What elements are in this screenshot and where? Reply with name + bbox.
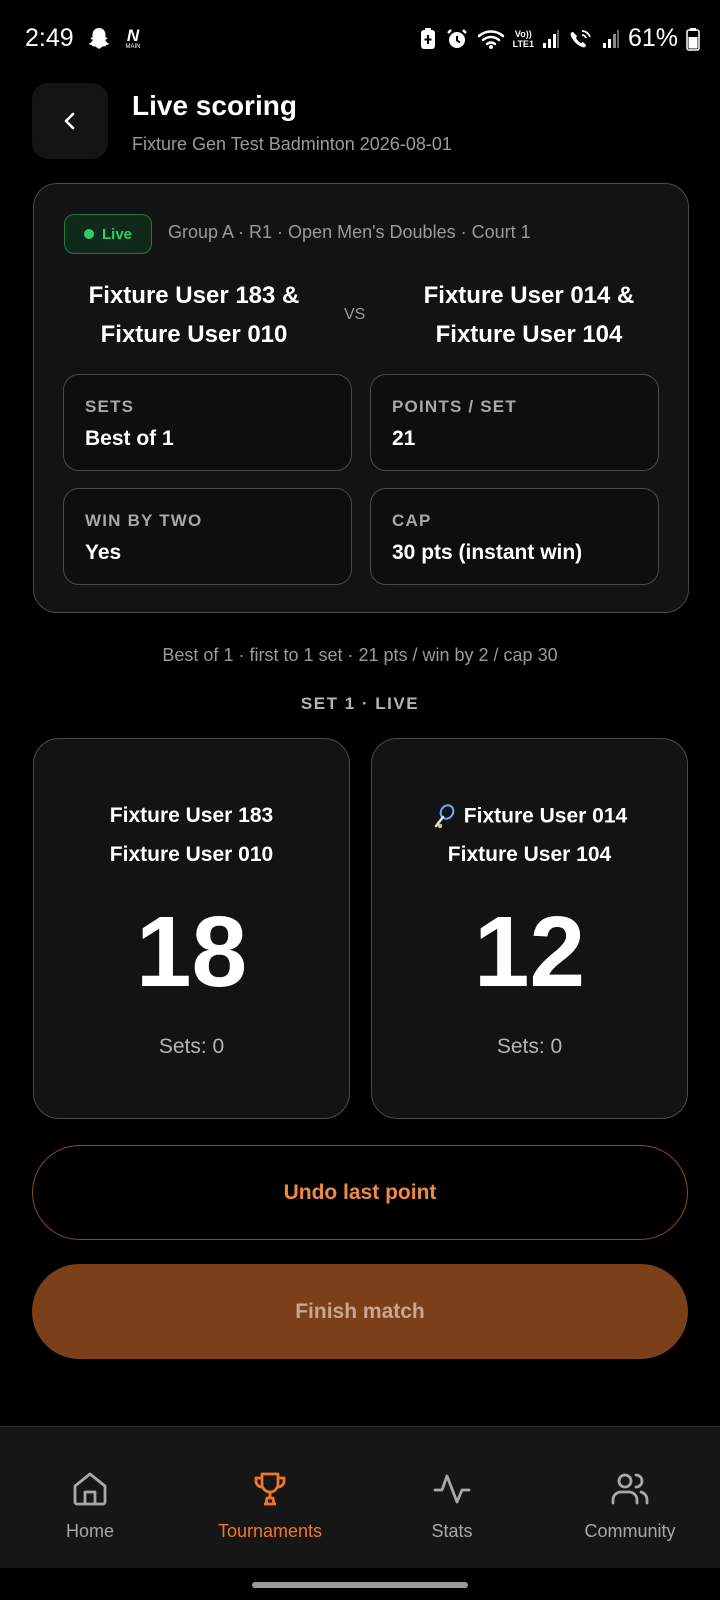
team-b-line-1: Fixture User 014 & <box>423 282 635 309</box>
nav-item-stats[interactable]: Stats <box>410 1427 494 1569</box>
battery-saver-icon <box>420 27 435 49</box>
info-value: 30 pts (instant win) <box>392 541 583 564</box>
serving-racket-icon <box>434 804 455 829</box>
undo-last-point-button[interactable]: Undo last point <box>32 1145 688 1240</box>
battery-icon <box>686 27 700 51</box>
activity-icon <box>430 1467 474 1511</box>
team-b-line-2: Fixture User 104 <box>435 321 623 348</box>
info-points-per-set: POINTS / SET 21 <box>370 374 659 471</box>
n-badge-letter: N <box>126 25 140 45</box>
match-info-card: Live Group A · R1 · Open Men's Doubles ·… <box>33 183 689 613</box>
nav-item-community[interactable]: Community <box>570 1427 690 1569</box>
match-meta: Group A · R1 · Open Men's Doubles · Cour… <box>168 222 531 242</box>
info-cap: CAP 30 pts (instant win) <box>370 488 659 585</box>
live-dot-icon <box>83 229 94 239</box>
info-win-by-two: WIN BY TWO Yes <box>63 488 352 585</box>
chevron-left-icon <box>64 112 75 130</box>
team-a-names: Fixture User 183 & Fixture User 010 <box>64 276 324 354</box>
status-right-icons: Vo)) LTE1 61% <box>419 24 700 53</box>
status-time: 2:49 <box>25 24 74 52</box>
score-card-team-a[interactable]: Fixture User 183 Fixture User 010 18 Set… <box>33 738 350 1119</box>
nav-item-tournaments[interactable]: Tournaments <box>205 1427 335 1569</box>
signal-2-icon <box>602 29 619 48</box>
sets-won: Sets: 0 <box>158 1035 225 1058</box>
set-status-label: SET 1 · LIVE <box>300 694 420 713</box>
team-a-line-1: Fixture User 183 & <box>88 282 300 309</box>
info-label: POINTS / SET <box>392 397 517 416</box>
rules-summary: Best of 1 · first to 1 set · 21 pts / wi… <box>162 645 558 665</box>
wifi-calling-icon <box>570 29 591 47</box>
score-player-1-row: Fixture User 014 <box>372 804 687 830</box>
nav-label: Stats <box>431 1521 473 1541</box>
info-label: WIN BY TWO <box>85 511 203 530</box>
info-sets: SETS Best of 1 <box>63 374 352 471</box>
info-label: CAP <box>392 511 432 530</box>
page-subtitle: Fixture Gen Test Badminton 2026-08-01 <box>132 134 452 154</box>
volte-lte-icon: Vo)) LTE1 <box>513 29 534 49</box>
live-status-text: Live <box>101 225 132 243</box>
score-value: 12 <box>473 896 586 1008</box>
info-value: Best of 1 <box>85 427 174 450</box>
score-card-team-b[interactable]: Fixture User 014 Fixture User 104 12 Set… <box>371 738 688 1119</box>
team-b-names: Fixture User 014 & Fixture User 104 <box>399 276 659 354</box>
score-player-1: Fixture User 183 <box>109 804 274 827</box>
score-player-2: Fixture User 010 <box>109 843 274 866</box>
gesture-home-indicator[interactable] <box>252 1582 468 1588</box>
home-icon <box>68 1467 112 1511</box>
n-badge-sub: MAIN <box>125 43 141 50</box>
nav-item-home[interactable]: Home <box>48 1427 132 1569</box>
trophy-icon <box>248 1467 292 1511</box>
n-badge-icon: N MAIN <box>122 25 144 51</box>
nav-label: Community <box>584 1521 676 1541</box>
battery-percent: 61% <box>627 24 678 52</box>
status-left-icons: N MAIN <box>86 26 144 52</box>
info-value: 21 <box>392 427 416 450</box>
page-title: Live scoring <box>132 90 297 121</box>
vs-label: VS <box>344 306 366 323</box>
finish-match-button[interactable]: Finish match <box>32 1264 688 1359</box>
back-button[interactable] <box>32 83 108 159</box>
bottom-navigation: Home Tournaments Stats Community <box>0 1426 720 1568</box>
score-player-1: Fixture User 014 <box>463 804 628 828</box>
wifi-icon <box>477 29 504 49</box>
live-status-badge: Live <box>64 214 152 254</box>
users-icon <box>608 1467 652 1511</box>
team-a-line-2: Fixture User 010 <box>100 321 288 348</box>
info-value: Yes <box>85 541 122 564</box>
alarm-icon <box>446 28 467 48</box>
nav-label: Home <box>65 1521 114 1541</box>
lte-label: LTE1 <box>512 38 534 49</box>
status-bar: 2:49 N MAIN Vo)) LTE1 61% <box>0 0 720 80</box>
snapchat-icon <box>89 28 109 49</box>
nav-label: Tournaments <box>217 1521 323 1541</box>
sets-won: Sets: 0 <box>496 1035 563 1058</box>
signal-1-icon <box>542 29 559 48</box>
score-player-2: Fixture User 104 <box>447 843 612 866</box>
score-value: 18 <box>135 896 248 1008</box>
info-label: SETS <box>85 397 135 416</box>
volte-label: Vo)) <box>514 28 532 39</box>
